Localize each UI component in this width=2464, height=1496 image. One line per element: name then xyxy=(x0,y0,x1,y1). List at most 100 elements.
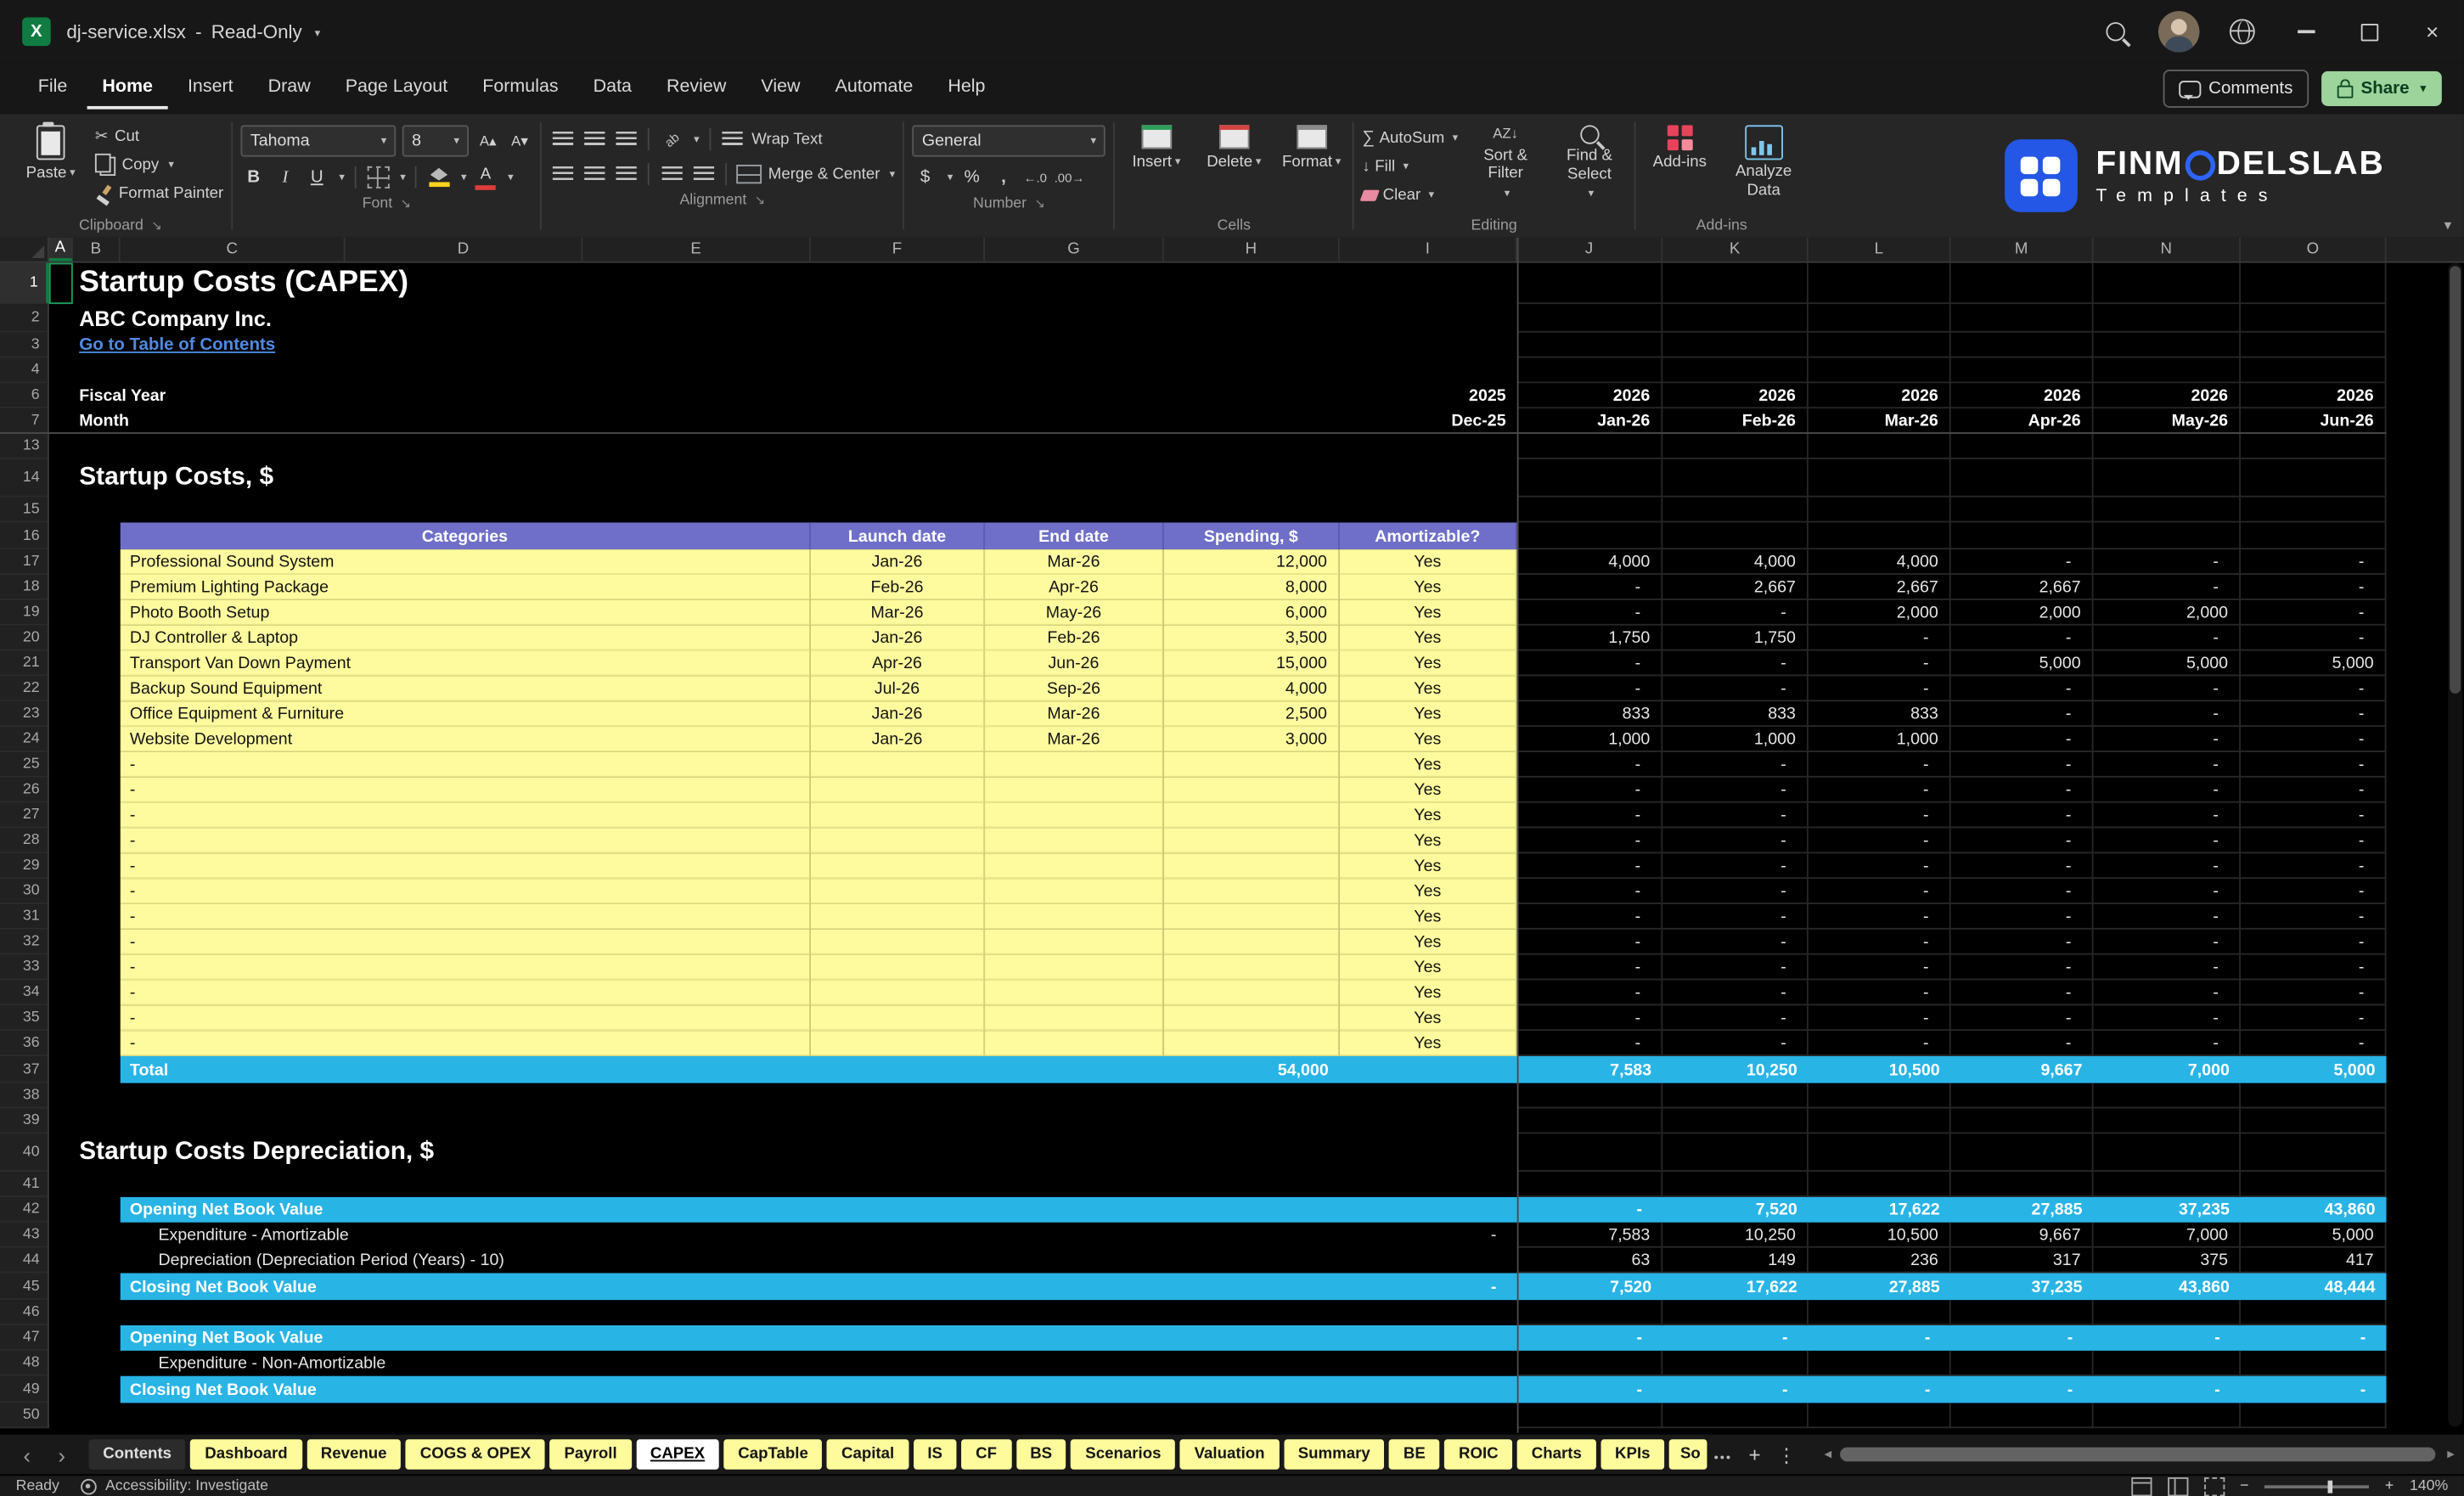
cell-M[interactable] xyxy=(1950,304,2094,333)
cell-J[interactable]: - xyxy=(1516,828,1663,854)
nbv-K[interactable]: - xyxy=(1662,1376,1809,1403)
item-category[interactable]: - xyxy=(120,802,811,829)
cell-K[interactable] xyxy=(1662,1133,1809,1173)
row-header-21[interactable]: 21 xyxy=(0,650,49,677)
cell-J[interactable]: - xyxy=(1516,676,1663,702)
cell-K[interactable] xyxy=(1662,1172,1809,1197)
increase-indent-button[interactable] xyxy=(690,160,716,188)
item-end-date[interactable] xyxy=(985,929,1164,955)
cell-O[interactable] xyxy=(2240,1133,2387,1173)
maximize-button[interactable] xyxy=(2337,0,2401,64)
sheet-tab-capex[interactable]: CAPEX xyxy=(636,1439,719,1470)
cell-L[interactable] xyxy=(1808,1350,1951,1376)
column-header-L[interactable]: L xyxy=(1808,237,1951,262)
nbv-label[interactable]: Closing Net Book Value xyxy=(121,1376,1164,1403)
cell-K[interactable] xyxy=(1662,497,1809,523)
cell-M[interactable]: - xyxy=(1950,676,2094,702)
item-launch-date[interactable] xyxy=(810,903,986,930)
section-heading[interactable]: Startup Costs Depreciation, $ xyxy=(73,1133,1517,1172)
cell-O[interactable] xyxy=(2240,357,2387,384)
row-header-20[interactable]: 20 xyxy=(0,625,49,651)
alignment-dialog-launcher[interactable] xyxy=(755,191,766,209)
cell-L[interactable] xyxy=(1808,357,1951,384)
item-spending[interactable]: 3,500 xyxy=(1163,625,1340,651)
item-end-date[interactable] xyxy=(985,1005,1164,1032)
item-end-date[interactable] xyxy=(985,954,1164,981)
item-spending[interactable] xyxy=(1163,802,1340,829)
font-size-combobox[interactable]: 8 xyxy=(402,125,470,157)
table-of-contents-link[interactable]: Go to Table of Contents xyxy=(73,333,1517,358)
item-category[interactable]: - xyxy=(120,903,811,930)
cell-J[interactable]: 4,000 xyxy=(1516,549,1663,575)
cell-K[interactable]: - xyxy=(1662,676,1809,702)
cell-O[interactable] xyxy=(2240,332,2387,358)
cell-J[interactable]: 1,750 xyxy=(1516,625,1663,651)
cell-K[interactable]: 833 xyxy=(1662,701,1809,728)
item-amortizable[interactable]: Yes xyxy=(1339,980,1517,1006)
cell-M[interactable]: - xyxy=(1950,929,2094,955)
item-launch-date[interactable] xyxy=(810,853,986,880)
row-header-3[interactable]: 3 xyxy=(0,332,49,358)
nbv-M[interactable]: - xyxy=(1951,1376,2094,1403)
paste-button[interactable]: Paste xyxy=(18,121,84,182)
cell-J[interactable] xyxy=(1516,357,1663,384)
cell-M[interactable] xyxy=(1950,1083,2094,1109)
menu-data[interactable]: Data xyxy=(577,68,648,109)
menu-insert[interactable]: Insert xyxy=(172,68,249,109)
cell-O[interactable]: - xyxy=(2240,574,2387,600)
cell-N[interactable] xyxy=(2093,497,2241,523)
cell-J[interactable]: - xyxy=(1516,954,1663,981)
cell-O[interactable] xyxy=(2240,1108,2387,1134)
cell-K[interactable]: - xyxy=(1662,954,1809,981)
item-end-date[interactable]: Jun-26 xyxy=(985,650,1164,677)
item-spending[interactable] xyxy=(1163,1031,1340,1056)
cell-M[interactable] xyxy=(1950,522,2094,550)
cell-K[interactable]: - xyxy=(1662,802,1809,829)
cell-N[interactable]: 2026 xyxy=(2093,383,2241,409)
period-label[interactable]: Fiscal Year xyxy=(73,383,1340,408)
sort-filter-button[interactable]: Sort & Filter xyxy=(1469,122,1542,205)
item-launch-date[interactable] xyxy=(810,828,986,854)
section-heading[interactable]: Startup Costs, $ xyxy=(73,459,1517,498)
nbv-O[interactable]: - xyxy=(2241,1376,2387,1403)
item-category[interactable]: Backup Sound Equipment xyxy=(120,676,811,702)
item-spending[interactable]: 15,000 xyxy=(1163,650,1340,677)
zoom-slider-thumb[interactable] xyxy=(2327,1479,2332,1493)
sheet-tab-revenue[interactable]: Revenue xyxy=(307,1439,402,1470)
new-sheet-button[interactable] xyxy=(1739,1440,1770,1469)
cell-L[interactable]: 4,000 xyxy=(1808,549,1951,575)
wrap-text-label[interactable]: Wrap Text xyxy=(751,131,822,149)
menu-view[interactable]: View xyxy=(745,68,816,109)
cell-J[interactable]: - xyxy=(1516,599,1663,626)
nbv-label[interactable]: Closing Net Book Value xyxy=(121,1273,1164,1300)
row-header-7[interactable]: 7 xyxy=(0,408,49,435)
cell-J[interactable]: - xyxy=(1516,1031,1663,1056)
cell-J[interactable]: - xyxy=(1516,980,1663,1006)
cell-M[interactable]: Apr-26 xyxy=(1950,408,2094,435)
cell-O[interactable]: 417 xyxy=(2240,1247,2387,1274)
cell-M[interactable]: 2,000 xyxy=(1950,599,2094,626)
menu-automate[interactable]: Automate xyxy=(819,68,929,109)
cell-J[interactable]: - xyxy=(1516,751,1663,778)
cell-L[interactable]: 10,500 xyxy=(1808,1222,1951,1248)
menu-help[interactable]: Help xyxy=(932,68,1001,109)
row-header-43[interactable]: 43 xyxy=(0,1222,49,1248)
sheet-tab-roic[interactable]: ROIC xyxy=(1444,1439,1513,1470)
cell-M[interactable]: - xyxy=(1950,980,2094,1006)
item-launch-date[interactable] xyxy=(810,879,986,904)
cell-M[interactable]: - xyxy=(1950,954,2094,981)
nbv-L[interactable]: - xyxy=(1809,1325,1951,1351)
cell-K[interactable] xyxy=(1662,1083,1809,1109)
account-button[interactable] xyxy=(2147,0,2211,64)
italic-button[interactable] xyxy=(273,164,298,191)
cell-K[interactable] xyxy=(1662,1350,1809,1376)
row-header-19[interactable]: 19 xyxy=(0,599,49,626)
column-header-D[interactable]: D xyxy=(345,237,583,262)
item-end-date[interactable] xyxy=(985,980,1164,1006)
item-category[interactable]: Premium Lighting Package xyxy=(120,574,811,600)
row-header-24[interactable]: 24 xyxy=(0,727,49,752)
cell-O[interactable]: - xyxy=(2240,777,2387,803)
sheet-tab-bs[interactable]: BS xyxy=(1015,1439,1066,1470)
active-cell-a1[interactable] xyxy=(48,262,73,305)
cell-K[interactable] xyxy=(1662,1108,1809,1134)
